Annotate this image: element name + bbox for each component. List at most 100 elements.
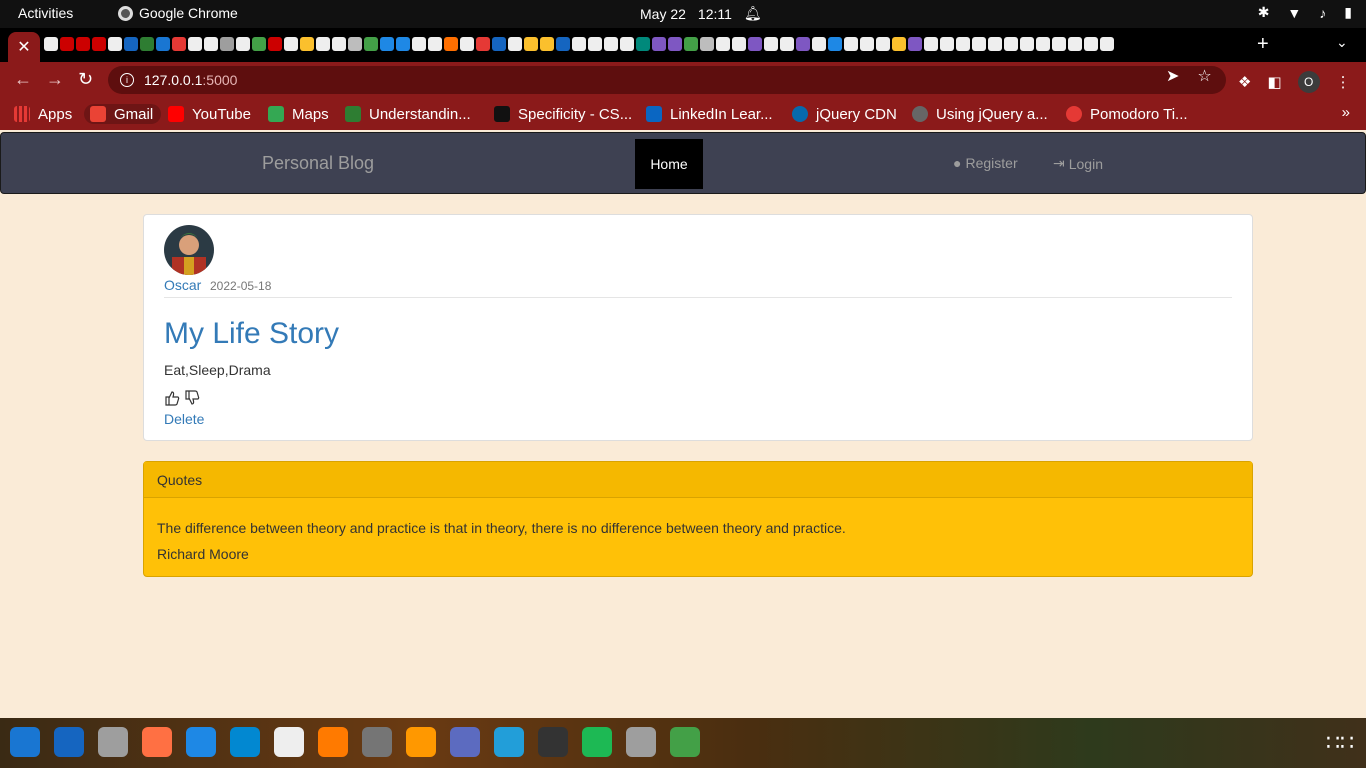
tab-favicon-icon[interactable] [300, 37, 314, 51]
bookmark-specificity[interactable]: Specificity - CS... [494, 104, 632, 124]
extensions-puzzle-icon[interactable]: ❖ [1238, 73, 1251, 91]
nav-register-link[interactable]: ● Register [953, 155, 1018, 171]
tab-favicon-icon[interactable] [1036, 37, 1050, 51]
tab-favicon-icon[interactable] [284, 37, 298, 51]
tab-favicon-icon[interactable] [204, 37, 218, 51]
tab-favicon-icon[interactable] [460, 37, 474, 51]
site-brand[interactable]: Personal Blog [262, 153, 374, 174]
tab-favicon-icon[interactable] [492, 37, 506, 51]
menu-kebab-icon[interactable]: ⋮ [1336, 73, 1351, 91]
dock-app-icon[interactable] [98, 727, 128, 757]
tab-favicon-icon[interactable] [316, 37, 330, 51]
new-tab-button[interactable]: + [1257, 33, 1269, 56]
show-apps-grid-icon[interactable]: ∷∷ [1326, 730, 1354, 756]
activities-button[interactable]: Activities [18, 5, 73, 21]
dock-app-icon[interactable] [186, 727, 216, 757]
tab-favicon-icon[interactable] [1100, 37, 1114, 51]
tab-favicon-icon[interactable] [540, 37, 554, 51]
dock-app-icon[interactable] [494, 727, 524, 757]
pinned-tabs[interactable] [44, 37, 1244, 53]
tab-favicon-icon[interactable] [892, 37, 906, 51]
tab-favicon-icon[interactable] [1084, 37, 1098, 51]
tab-search-chevron-icon[interactable]: ⌄ [1336, 34, 1348, 51]
dock-app-icon[interactable] [626, 727, 656, 757]
bookmark-jquery-cdn[interactable]: jQuery CDN [792, 104, 897, 124]
bookmark-understanding[interactable]: Understandin... [345, 104, 471, 124]
active-tab[interactable]: ✕ [8, 32, 40, 62]
post-title-link[interactable]: My Life Story [164, 317, 339, 351]
send-icon[interactable]: ➤ [1166, 66, 1179, 86]
dock-app-icon[interactable] [10, 727, 40, 757]
more-bookmarks-icon[interactable]: » [1342, 104, 1350, 121]
tab-favicon-icon[interactable] [172, 37, 186, 51]
tab-favicon-icon[interactable] [348, 37, 362, 51]
dock-app-icon[interactable] [230, 727, 260, 757]
tab-favicon-icon[interactable] [988, 37, 1002, 51]
tab-favicon-icon[interactable] [220, 37, 234, 51]
tab-favicon-icon[interactable] [188, 37, 202, 51]
dock-app-icon[interactable] [670, 727, 700, 757]
tab-favicon-icon[interactable] [380, 37, 394, 51]
tab-favicon-icon[interactable] [972, 37, 986, 51]
dock-app-icon[interactable] [450, 727, 480, 757]
tab-favicon-icon[interactable] [236, 37, 250, 51]
tab-favicon-icon[interactable] [780, 37, 794, 51]
tab-favicon-icon[interactable] [332, 37, 346, 51]
app-menu[interactable]: Google Chrome [118, 5, 238, 21]
profile-avatar[interactable]: O [1297, 71, 1320, 93]
tab-favicon-icon[interactable] [940, 37, 954, 51]
tab-favicon-icon[interactable] [652, 37, 666, 51]
tab-favicon-icon[interactable] [812, 37, 826, 51]
tab-favicon-icon[interactable] [1068, 37, 1082, 51]
author-avatar[interactable] [164, 225, 214, 275]
tab-favicon-icon[interactable] [44, 37, 58, 51]
dock-app-icon[interactable] [54, 727, 84, 757]
tab-favicon-icon[interactable] [748, 37, 762, 51]
tab-favicon-icon[interactable] [524, 37, 538, 51]
tab-favicon-icon[interactable] [668, 37, 682, 51]
tab-favicon-icon[interactable] [252, 37, 266, 51]
bookmark-using-jquery[interactable]: Using jQuery a... [912, 104, 1048, 124]
reload-icon[interactable]: ↻ [78, 69, 93, 90]
nav-home-link[interactable]: Home [635, 139, 703, 189]
tab-favicon-icon[interactable] [156, 37, 170, 51]
thumbs-up-icon[interactable] [164, 390, 180, 411]
forward-arrow-icon[interactable]: → [46, 69, 64, 90]
nav-login-link[interactable]: ⇥ Login [1053, 155, 1103, 172]
dock-app-icon[interactable] [406, 727, 436, 757]
site-info-icon[interactable]: i [120, 73, 134, 87]
tab-favicon-icon[interactable] [588, 37, 602, 51]
tab-favicon-icon[interactable] [924, 37, 938, 51]
tab-favicon-icon[interactable] [716, 37, 730, 51]
tab-favicon-icon[interactable] [444, 37, 458, 51]
tab-favicon-icon[interactable] [956, 37, 970, 51]
tab-favicon-icon[interactable] [908, 37, 922, 51]
tab-favicon-icon[interactable] [796, 37, 810, 51]
dock-app-icon[interactable] [362, 727, 392, 757]
tab-favicon-icon[interactable] [700, 37, 714, 51]
bookmark-maps[interactable]: Maps [268, 104, 329, 124]
tab-favicon-icon[interactable] [412, 37, 426, 51]
close-tab-icon[interactable]: ✕ [17, 37, 30, 57]
tab-favicon-icon[interactable] [508, 37, 522, 51]
tab-favicon-icon[interactable] [604, 37, 618, 51]
tab-favicon-icon[interactable] [428, 37, 442, 51]
dock-app-icon[interactable] [582, 727, 612, 757]
system-tray[interactable]: ✱ ▼ ♪ ▮ [1258, 4, 1352, 21]
tab-favicon-icon[interactable] [556, 37, 570, 51]
tab-favicon-icon[interactable] [876, 37, 890, 51]
tab-favicon-icon[interactable] [108, 37, 122, 51]
tab-favicon-icon[interactable] [396, 37, 410, 51]
dock-app-icon[interactable] [538, 727, 568, 757]
tab-favicon-icon[interactable] [364, 37, 378, 51]
tab-favicon-icon[interactable] [684, 37, 698, 51]
clock[interactable]: May 22 12:11 🔔︎ [640, 5, 762, 22]
tab-favicon-icon[interactable] [844, 37, 858, 51]
bookmark-pomodoro[interactable]: Pomodoro Ti... [1066, 104, 1188, 124]
bookmark-apps[interactable]: Apps [14, 104, 72, 124]
dock-app-icon[interactable] [274, 727, 304, 757]
tab-favicon-icon[interactable] [1052, 37, 1066, 51]
tab-favicon-icon[interactable] [140, 37, 154, 51]
dock-app-icon[interactable] [142, 727, 172, 757]
bookmark-youtube[interactable]: YouTube [168, 104, 251, 124]
